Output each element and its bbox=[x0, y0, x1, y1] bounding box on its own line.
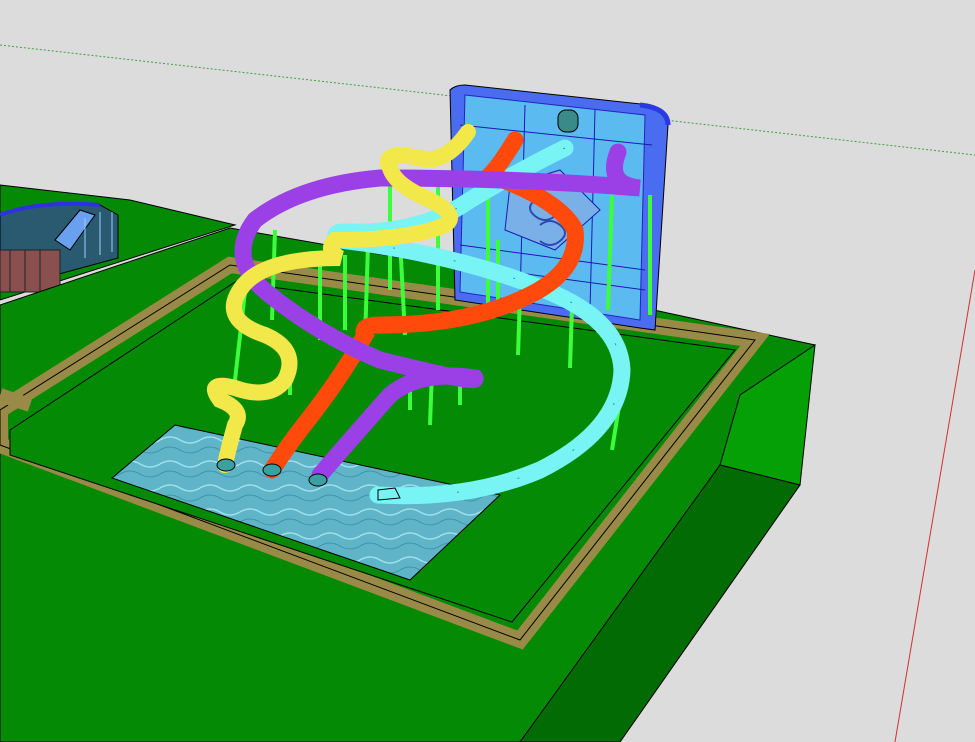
scene-canvas bbox=[0, 0, 975, 742]
3d-viewport[interactable] bbox=[0, 0, 975, 742]
